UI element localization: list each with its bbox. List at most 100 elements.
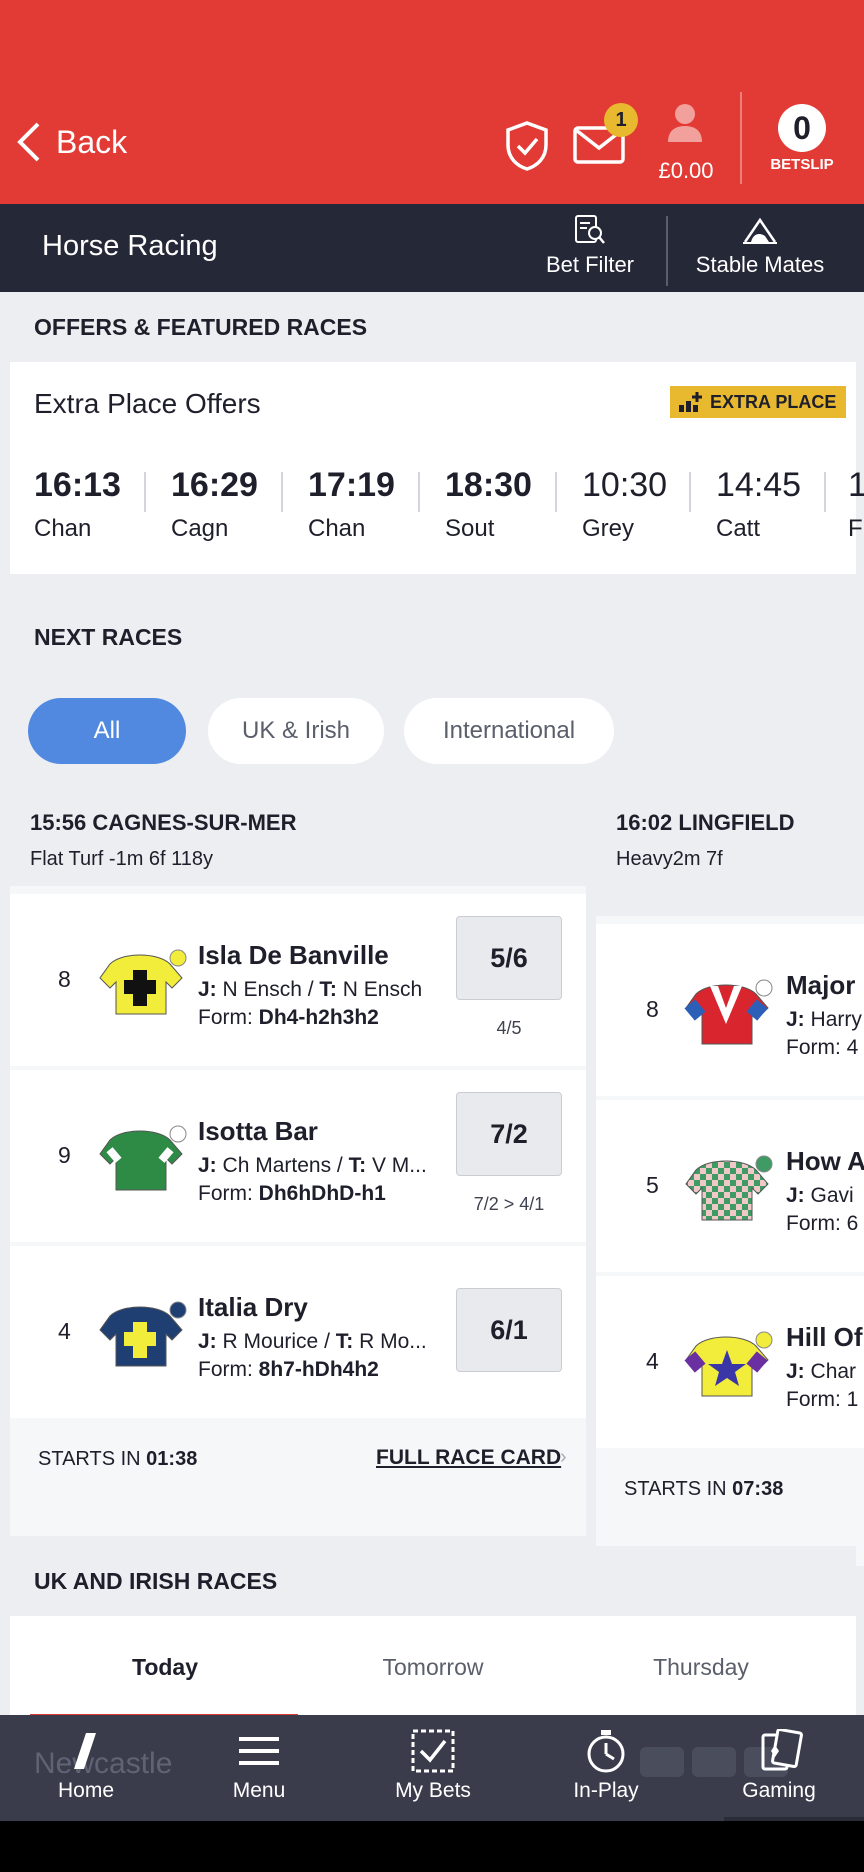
- race-card: 16:02 LINGFIELD Heavy2m 7f 8 Major J: Ha…: [596, 790, 864, 1566]
- day-tabs: Today Tomorrow Thursday: [10, 1616, 856, 1715]
- race-course: Grey: [582, 515, 635, 542]
- filter-all[interactable]: All: [28, 698, 186, 764]
- runner-row: 4 Hill Of J: Char Form: 1: [596, 1276, 864, 1448]
- stable-mates-button[interactable]: Stable Mates: [686, 214, 834, 278]
- betslip-count[interactable]: 0: [778, 104, 826, 152]
- separator: [281, 472, 283, 512]
- jockey-trainer: J: Gavi: [786, 1184, 854, 1207]
- race-course: F: [848, 515, 863, 542]
- full-race-card-link[interactable]: FULL RACE CARD: [376, 1446, 561, 1470]
- race-course: Chan: [34, 515, 92, 542]
- extra-place-race[interactable]: 16:29 Cagn: [171, 466, 258, 546]
- race-name: 15:56 CAGNES-SUR-MER: [30, 810, 297, 835]
- uk-irish-title: UK AND IRISH RACES: [10, 1546, 856, 1616]
- nav-home[interactable]: Home: [26, 1729, 146, 1803]
- runner-form: Form: 1: [786, 1388, 859, 1411]
- separator: [689, 472, 691, 512]
- race-time: 18:30: [445, 466, 532, 504]
- race-course: Catt: [716, 515, 761, 542]
- nav-my-bets[interactable]: My Bets: [373, 1729, 493, 1803]
- previous-odds: 4/5: [496, 1018, 522, 1038]
- back-button[interactable]: Back: [14, 120, 127, 164]
- extra-place-race[interactable]: 17:19 Chan: [308, 466, 395, 546]
- nav-in-play[interactable]: In-Play: [546, 1729, 666, 1803]
- race-card-header[interactable]: 15:56 CAGNES-SUR-MER Flat Turf -1m 6f 11…: [10, 790, 586, 886]
- top-header: Back 1 £0.00 0 BETSLIP: [0, 0, 864, 204]
- race-course: Chan: [308, 515, 366, 542]
- race-time: 1: [848, 466, 864, 504]
- account-balance[interactable]: £0.00: [646, 158, 726, 184]
- sport-subheader: Horse Racing Bet Filter Stable Mates: [0, 204, 864, 292]
- runner-number: 4: [646, 1348, 659, 1374]
- runner-row: 9 Isotta Bar J: Ch Martens / T: V M... F…: [10, 1070, 586, 1242]
- extra-place-race[interactable]: 1 F: [848, 466, 864, 546]
- extra-place-card: Extra Place Offers EXTRA PLACE 16:13 Cha…: [10, 362, 864, 574]
- race-type: Heavy2m 7f: [616, 848, 723, 870]
- bottom-navigation: Newcastle Home Menu My Bets In-Play Gami…: [0, 1715, 864, 1821]
- bet-filter-label: Bet Filter: [545, 252, 635, 277]
- horse-name[interactable]: Isla De Banville: [198, 940, 389, 971]
- stable-mates-label: Stable Mates: [695, 252, 825, 277]
- extra-place-badge: EXTRA PLACE: [670, 386, 847, 418]
- runner-number: 4: [58, 1318, 71, 1344]
- runner-form: Form: 4: [786, 1036, 859, 1059]
- race-time: 16:13: [34, 466, 121, 504]
- tab-today[interactable]: Today: [30, 1654, 300, 1681]
- extra-place-race[interactable]: 16:13 Chan: [34, 466, 121, 546]
- runner-row: 5 How A J: Gavi Form: 6: [596, 1100, 864, 1272]
- jockey-trainer: J: Harry: [786, 1008, 862, 1031]
- jockey-silk-icon: [685, 1155, 773, 1221]
- jockey-silk-icon: [99, 1125, 187, 1191]
- separator: [824, 472, 826, 512]
- race-card-footer: STARTS IN 07:38: [596, 1448, 864, 1528]
- betslip-label[interactable]: BETSLIP: [762, 156, 842, 173]
- horse-name[interactable]: How A: [786, 1146, 864, 1177]
- odds-button[interactable]: 5/6: [456, 916, 562, 1000]
- nav-gaming[interactable]: Gaming: [719, 1729, 839, 1803]
- starts-in: STARTS IN 01:38: [38, 1448, 198, 1470]
- extra-place-race[interactable]: 14:45 Catt: [716, 466, 801, 546]
- race-card: 15:56 CAGNES-SUR-MER Flat Turf -1m 6f 11…: [10, 790, 586, 1536]
- race-card-header[interactable]: 16:02 LINGFIELD Heavy2m 7f: [596, 790, 864, 916]
- bet-filter-button[interactable]: Bet Filter: [540, 214, 640, 278]
- separator: [418, 472, 420, 512]
- filter-uk-irish[interactable]: UK & Irish: [208, 698, 384, 764]
- race-type: Flat Turf -1m 6f 118y: [30, 848, 214, 870]
- horse-name[interactable]: Isotta Bar: [198, 1116, 318, 1147]
- race-time: 10:30: [582, 466, 668, 504]
- bet-filter-icon: [575, 215, 605, 244]
- runner-form: Form: Dh4-h2h3h2: [198, 1006, 379, 1029]
- tab-tomorrow[interactable]: Tomorrow: [298, 1654, 568, 1681]
- jockey-silk-icon: [99, 1301, 187, 1367]
- menu-icon: [239, 1737, 279, 1765]
- header-divider: [740, 92, 742, 184]
- race-time: 14:45: [716, 466, 802, 504]
- extra-place-title: Extra Place Offers: [34, 388, 261, 419]
- stable-icon: [743, 217, 777, 244]
- starts-in: STARTS IN 07:38: [624, 1478, 784, 1500]
- horse-name[interactable]: Italia Dry: [198, 1292, 308, 1323]
- extra-place-race-list[interactable]: 16:13 Chan 16:29 Cagn 17:19 Chan 18:30 S…: [10, 466, 864, 546]
- extra-place-badge-label: EXTRA PLACE: [710, 391, 837, 412]
- runner-number: 8: [646, 996, 659, 1022]
- home-logo-icon: [74, 1733, 96, 1769]
- horse-name[interactable]: Major: [786, 970, 855, 1001]
- jockey-trainer: J: Char: [786, 1360, 857, 1383]
- race-name: 16:02 LINGFIELD: [616, 810, 795, 835]
- jockey-trainer: J: N Ensch / T: N Ensch: [198, 978, 423, 1001]
- nav-in-play-label: In-Play: [573, 1779, 639, 1802]
- odds-button[interactable]: 6/1: [456, 1288, 562, 1372]
- nav-menu[interactable]: Menu: [199, 1729, 319, 1803]
- filter-international[interactable]: International: [404, 698, 614, 764]
- horse-name[interactable]: Hill Of: [786, 1322, 863, 1353]
- safer-gambling-shield-icon[interactable]: [504, 120, 550, 172]
- stopwatch-icon: [587, 1730, 625, 1773]
- extra-place-race[interactable]: 18:30 Sout: [445, 466, 532, 546]
- extra-place-race[interactable]: 10:30 Grey: [582, 466, 667, 546]
- nav-gaming-label: Gaming: [742, 1779, 816, 1802]
- page-title: Horse Racing: [42, 230, 218, 262]
- account-icon[interactable]: [666, 102, 704, 146]
- runner-form: Form: Dh6hDhD-h1: [198, 1182, 386, 1205]
- odds-button[interactable]: 7/2: [456, 1092, 562, 1176]
- tab-thursday[interactable]: Thursday: [566, 1654, 836, 1681]
